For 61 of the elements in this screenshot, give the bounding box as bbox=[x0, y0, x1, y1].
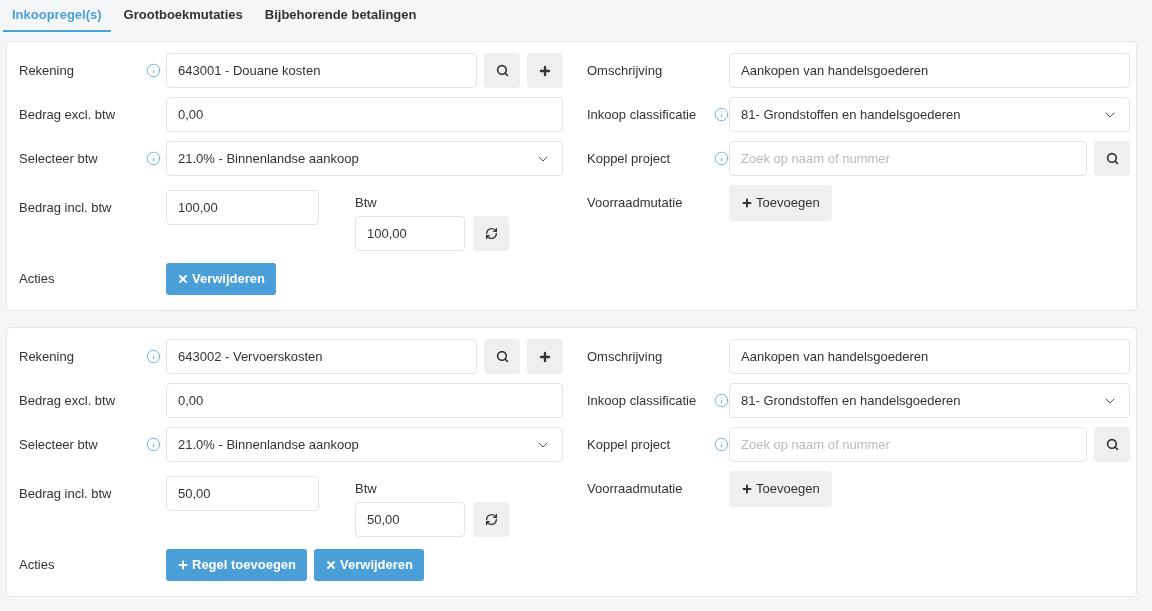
description-field[interactable]: Aankopen van handelsgoederen bbox=[729, 339, 1130, 374]
add-stock-button[interactable]: Toevoegen bbox=[729, 471, 832, 507]
field-label: Acties bbox=[19, 269, 55, 288]
vat-select[interactable]: 21.0% - Binnenlandse aankoop bbox=[166, 141, 563, 176]
plus-icon bbox=[177, 558, 189, 571]
field-label: Btw bbox=[355, 480, 378, 499]
description-field[interactable]: Aankopen van handelsgoederen bbox=[729, 53, 1130, 88]
classification-select[interactable]: 81- Grondstoffen en handelsgoederen bbox=[729, 97, 1130, 132]
add-stock-button[interactable]: Toevoegen bbox=[729, 185, 832, 221]
field-label: Bedrag excl. btw bbox=[19, 105, 116, 124]
search-icon bbox=[1105, 152, 1119, 165]
vat-amount-field[interactable]: 100,00 bbox=[355, 216, 465, 251]
refresh-icon bbox=[484, 513, 498, 526]
project-search-field[interactable]: Zoek op naam of nummer bbox=[729, 427, 1087, 462]
field-label: Rekening bbox=[19, 61, 74, 80]
amount-field[interactable]: 100,00 bbox=[166, 190, 319, 225]
field-label: Btw bbox=[355, 194, 378, 213]
account-field[interactable]: 643002 - Vervoerskosten bbox=[166, 339, 477, 374]
search-icon bbox=[495, 350, 509, 363]
search-button[interactable] bbox=[1094, 427, 1130, 462]
refresh-button[interactable] bbox=[473, 502, 509, 537]
tab[interactable]: Bijbehorende betalingen bbox=[255, 0, 426, 32]
plus-icon bbox=[538, 349, 552, 364]
add-button[interactable] bbox=[527, 339, 563, 374]
amount-field[interactable]: 0,00 bbox=[166, 97, 563, 132]
close-icon bbox=[325, 558, 338, 571]
field-label: Bedrag incl. btw bbox=[19, 198, 112, 217]
refresh-icon bbox=[484, 227, 498, 240]
vat-select[interactable]: 21.0% - Binnenlandse aankoop bbox=[166, 427, 563, 462]
classification-select[interactable]: 81- Grondstoffen en handelsgoederen bbox=[729, 383, 1130, 418]
field-label: Koppel project bbox=[587, 149, 671, 168]
search-button[interactable] bbox=[484, 339, 520, 374]
tab[interactable]: Grootboekmutaties bbox=[114, 0, 252, 32]
search-button[interactable] bbox=[1094, 141, 1130, 176]
field-label: Bedrag excl. btw bbox=[19, 391, 116, 410]
plus-icon bbox=[538, 63, 552, 78]
plus-icon bbox=[741, 483, 753, 495]
search-icon bbox=[495, 64, 509, 77]
project-search-field[interactable]: Zoek op naam of nummer bbox=[729, 141, 1087, 176]
close-icon bbox=[177, 272, 189, 285]
amount-field[interactable]: 50,00 bbox=[166, 476, 319, 511]
field-label: Selecteer btw bbox=[19, 435, 98, 454]
plus-icon bbox=[741, 197, 753, 209]
add-button[interactable] bbox=[527, 53, 563, 88]
search-icon bbox=[1105, 438, 1119, 451]
field-label: Omschrijving bbox=[587, 347, 663, 366]
refresh-button[interactable] bbox=[473, 216, 509, 251]
field-label: Voorraadmutatie bbox=[587, 193, 683, 212]
vat-amount-field[interactable]: 50,00 bbox=[355, 502, 465, 537]
field-label: Inkoop classificatie bbox=[587, 391, 697, 410]
field-label: Voorraadmutatie bbox=[587, 479, 683, 498]
amount-field[interactable]: 0,00 bbox=[166, 383, 563, 418]
field-label: Omschrijving bbox=[587, 61, 663, 80]
field-label: Acties bbox=[19, 555, 55, 574]
field-label: Koppel project bbox=[587, 435, 671, 454]
search-button[interactable] bbox=[484, 53, 520, 88]
field-label: Bedrag incl. btw bbox=[19, 484, 112, 503]
field-label: Selecteer btw bbox=[19, 149, 98, 168]
field-label: Inkoop classificatie bbox=[587, 105, 697, 124]
field-label: Rekening bbox=[19, 347, 74, 366]
account-field[interactable]: 643001 - Douane kosten bbox=[166, 53, 477, 88]
